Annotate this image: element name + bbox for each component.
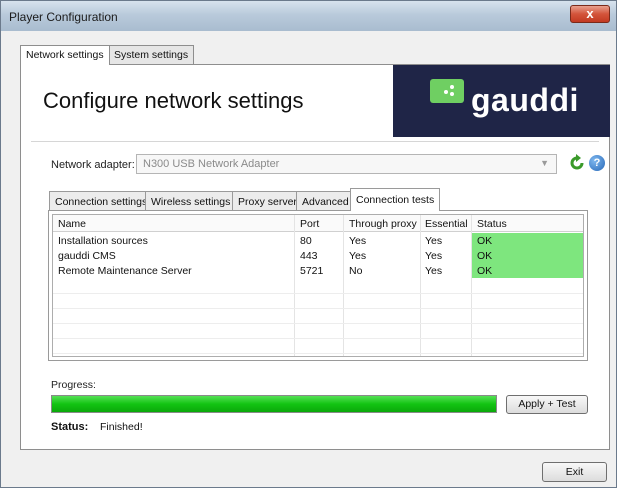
header-divider xyxy=(31,141,599,142)
row-port: 443 xyxy=(300,250,318,262)
chevron-down-icon[interactable]: ▼ xyxy=(540,158,549,168)
row-name: gauddi CMS xyxy=(58,250,116,262)
row-proxy: Yes xyxy=(349,250,367,262)
exit-button[interactable]: Exit xyxy=(542,462,607,482)
row-status: OK xyxy=(477,265,493,277)
row-essential: Yes xyxy=(425,250,443,262)
row-port: 80 xyxy=(300,235,312,247)
row-essential: Yes xyxy=(425,265,443,277)
logo-text: gauddi xyxy=(471,82,579,118)
network-adapter-select[interactable]: N300 USB Network Adapter ▼ xyxy=(136,154,557,174)
logo-mark-icon xyxy=(430,79,464,103)
progress-label: Progress: xyxy=(51,379,96,391)
column-header-port[interactable]: Port xyxy=(300,218,319,230)
row-name: Installation sources xyxy=(58,235,148,247)
tab-connection-tests[interactable]: Connection tests xyxy=(350,188,441,211)
column-header-name[interactable]: Name xyxy=(58,218,86,230)
progress-bar-fill xyxy=(52,396,496,412)
column-header-status[interactable]: Status xyxy=(477,218,507,230)
close-button[interactable]: x xyxy=(570,5,610,23)
status-value: Finished! xyxy=(100,421,143,433)
network-adapter-value: N300 USB Network Adapter xyxy=(143,158,280,170)
connection-tests-table[interactable]: Name Port Through proxy Essential Status… xyxy=(52,214,584,357)
column-header-through-proxy[interactable]: Through proxy xyxy=(349,218,417,230)
apply-test-button[interactable]: Apply + Test xyxy=(506,395,588,414)
row-status: OK xyxy=(477,250,493,262)
column-header-essential[interactable]: Essential xyxy=(425,218,468,230)
gauddi-logo: gauddi xyxy=(393,65,610,137)
tab-connection-settings[interactable]: Connection settings xyxy=(49,191,154,210)
help-icon[interactable]: ? xyxy=(589,155,605,171)
row-port: 5721 xyxy=(300,265,324,277)
row-proxy: No xyxy=(349,265,363,277)
status-label: Status: xyxy=(51,421,89,433)
tab-wireless-settings[interactable]: Wireless settings xyxy=(145,191,237,210)
network-settings-panel: Configure network settings gauddi Networ… xyxy=(20,64,610,450)
network-adapter-label: Network adapter: xyxy=(51,159,135,171)
window-title: Player Configuration xyxy=(9,10,118,24)
title-bar[interactable]: Player Configuration x xyxy=(1,1,616,31)
tab-advanced[interactable]: Advanced xyxy=(296,191,355,210)
player-configuration-window: Player Configuration x Network settings … xyxy=(0,0,617,488)
refresh-icon[interactable] xyxy=(568,154,586,172)
row-essential: Yes xyxy=(425,235,443,247)
row-proxy: Yes xyxy=(349,235,367,247)
page-title: Configure network settings xyxy=(43,88,304,113)
tab-network-settings[interactable]: Network settings xyxy=(20,45,110,65)
progress-bar xyxy=(51,395,497,413)
tab-system-settings[interactable]: System settings xyxy=(108,45,195,64)
tab-proxy-server[interactable]: Proxy server xyxy=(232,191,303,210)
row-status: OK xyxy=(477,235,493,247)
row-name: Remote Maintenance Server xyxy=(58,265,192,277)
connection-tests-panel: Name Port Through proxy Essential Status… xyxy=(48,210,588,361)
